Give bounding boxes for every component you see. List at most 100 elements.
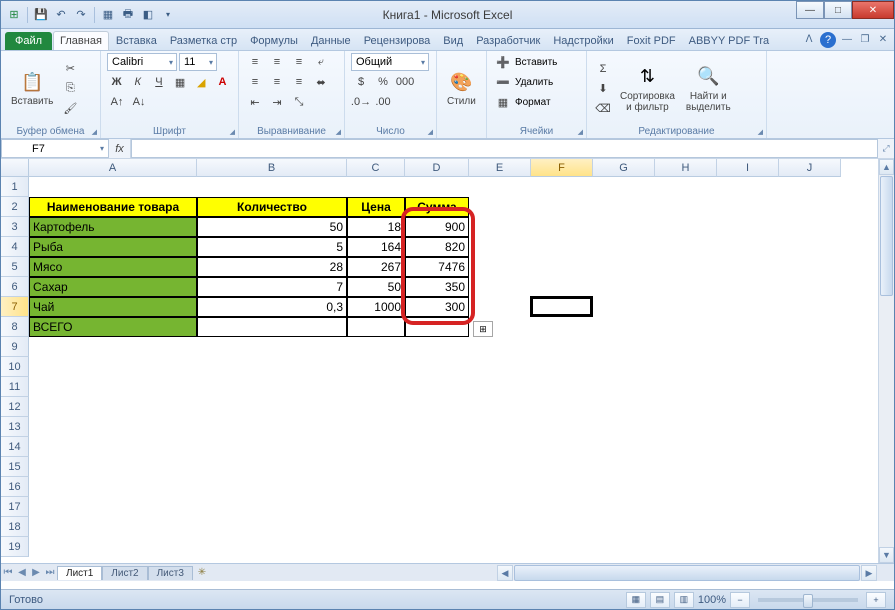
autosum-button[interactable]: Σ bbox=[593, 60, 613, 78]
underline-button[interactable]: Ч bbox=[149, 73, 168, 91]
sheet-nav-last-icon[interactable]: ⏭ bbox=[43, 565, 57, 581]
merge-button[interactable]: ⬌ bbox=[311, 73, 331, 91]
cell[interactable]: 164 bbox=[347, 237, 405, 257]
zoom-in-button[interactable]: + bbox=[866, 592, 886, 608]
find-select-button[interactable]: 🔍 Найти и выделить bbox=[682, 63, 735, 115]
row-header[interactable]: 6 bbox=[1, 277, 29, 297]
indent-decrease-button[interactable]: ⇤ bbox=[245, 93, 265, 111]
cell[interactable] bbox=[347, 317, 405, 337]
font-name-combo[interactable]: Calibri bbox=[107, 53, 177, 71]
new-sheet-icon[interactable]: ✳ bbox=[193, 567, 211, 578]
row-header[interactable]: 10 bbox=[1, 357, 29, 377]
fx-button[interactable]: fx bbox=[109, 139, 131, 158]
zoom-slider[interactable] bbox=[758, 598, 858, 602]
file-tab[interactable]: Файл bbox=[5, 32, 52, 50]
shrink-font-button[interactable]: A↓ bbox=[129, 93, 149, 111]
sheet-tab[interactable]: Лист1 bbox=[57, 566, 102, 580]
maximize-button[interactable]: □ bbox=[824, 1, 852, 19]
tab-review[interactable]: Рецензирова bbox=[358, 32, 437, 50]
name-box[interactable]: F7 bbox=[1, 139, 109, 158]
row-header[interactable]: 1 bbox=[1, 177, 29, 197]
scroll-left-icon[interactable]: ◀ bbox=[497, 565, 513, 581]
row-header[interactable]: 12 bbox=[1, 397, 29, 417]
row-header[interactable]: 17 bbox=[1, 497, 29, 517]
row-header[interactable]: 16 bbox=[1, 477, 29, 497]
help-icon[interactable]: ? bbox=[820, 32, 836, 48]
align-right-button[interactable]: ≡ bbox=[289, 73, 309, 91]
cell[interactable]: 7476 bbox=[405, 257, 469, 277]
clear-button[interactable]: ⌫ bbox=[593, 100, 613, 118]
scroll-down-icon[interactable]: ▼ bbox=[879, 547, 894, 563]
qat-btn[interactable]: ◧ bbox=[139, 6, 157, 24]
mdi-minimize-icon[interactable]: — bbox=[840, 32, 854, 46]
save-icon[interactable]: 💾 bbox=[32, 6, 50, 24]
cell[interactable]: Сумма bbox=[405, 197, 469, 217]
orientation-button[interactable]: ⤡ bbox=[289, 93, 309, 111]
font-size-combo[interactable]: 11 bbox=[179, 53, 217, 71]
cell[interactable]: 267 bbox=[347, 257, 405, 277]
cell[interactable]: Цена bbox=[347, 197, 405, 217]
qat-customize-icon[interactable]: ▾ bbox=[159, 6, 177, 24]
fill-color-button[interactable]: ◢ bbox=[192, 73, 211, 91]
sheet-nav-first-icon[interactable]: ⏮ bbox=[1, 565, 15, 581]
tab-page-layout[interactable]: Разметка стр bbox=[164, 32, 243, 50]
align-left-button[interactable]: ≡ bbox=[245, 73, 265, 91]
close-button[interactable]: ✕ bbox=[852, 1, 894, 19]
excel-icon[interactable]: ⊞ bbox=[5, 6, 23, 24]
cell[interactable]: 50 bbox=[197, 217, 347, 237]
column-header[interactable]: A bbox=[29, 159, 197, 177]
column-header[interactable]: B bbox=[197, 159, 347, 177]
cell[interactable]: Сахар bbox=[29, 277, 197, 297]
row-header[interactable]: 4 bbox=[1, 237, 29, 257]
row-header[interactable]: 5 bbox=[1, 257, 29, 277]
tab-formulas[interactable]: Формулы bbox=[244, 32, 304, 50]
minimize-button[interactable]: — bbox=[796, 1, 824, 19]
cell[interactable] bbox=[405, 317, 469, 337]
italic-button[interactable]: К bbox=[128, 73, 147, 91]
tab-foxit[interactable]: Foxit PDF bbox=[621, 32, 682, 50]
select-all-corner[interactable] bbox=[1, 159, 29, 177]
bold-button[interactable]: Ж bbox=[107, 73, 126, 91]
column-header[interactable]: F bbox=[531, 159, 593, 177]
number-format-combo[interactable]: Общий bbox=[351, 53, 429, 71]
align-center-button[interactable]: ≡ bbox=[267, 73, 287, 91]
align-top-button[interactable]: ≡ bbox=[245, 53, 265, 71]
qat-btn[interactable]: ▦ bbox=[99, 6, 117, 24]
column-header[interactable]: G bbox=[593, 159, 655, 177]
cell[interactable]: 1000 bbox=[347, 297, 405, 317]
comma-button[interactable]: 000 bbox=[395, 73, 415, 91]
tab-abbyy[interactable]: ABBYY PDF Tra bbox=[683, 32, 776, 50]
row-header[interactable]: 11 bbox=[1, 377, 29, 397]
wrap-text-button[interactable]: ⤶ bbox=[311, 53, 331, 71]
fill-button[interactable]: ⬇ bbox=[593, 80, 613, 98]
view-page-layout-icon[interactable]: ▤ bbox=[650, 592, 670, 608]
zoom-out-button[interactable]: − bbox=[730, 592, 750, 608]
formula-expand-icon[interactable]: ⤢ bbox=[878, 139, 894, 158]
tab-developer[interactable]: Разработчик bbox=[470, 32, 546, 50]
tab-addins[interactable]: Надстройки bbox=[547, 32, 619, 50]
zoom-percent[interactable]: 100% bbox=[698, 594, 726, 606]
cell[interactable]: Мясо bbox=[29, 257, 197, 277]
worksheet-grid[interactable]: ABCDEFGHIJ 12345678910111213141516171819… bbox=[1, 159, 894, 563]
column-header[interactable]: I bbox=[717, 159, 779, 177]
scroll-thumb[interactable] bbox=[880, 176, 893, 296]
formula-input[interactable] bbox=[131, 139, 878, 158]
autofill-options-icon[interactable]: ⊞ bbox=[473, 321, 493, 337]
cell[interactable]: Картофель bbox=[29, 217, 197, 237]
indent-increase-button[interactable]: ⇥ bbox=[267, 93, 287, 111]
cut-icon[interactable]: ✂ bbox=[60, 60, 80, 78]
cell[interactable]: 5 bbox=[197, 237, 347, 257]
sheet-nav-prev-icon[interactable]: ◀ bbox=[15, 565, 29, 581]
paste-button[interactable]: 📋 Вставить bbox=[7, 68, 57, 109]
scroll-thumb[interactable] bbox=[514, 565, 860, 581]
column-header[interactable]: H bbox=[655, 159, 717, 177]
format-cells-button[interactable]: ▦Формат bbox=[493, 93, 580, 111]
tab-insert[interactable]: Вставка bbox=[110, 32, 163, 50]
row-header[interactable]: 3 bbox=[1, 217, 29, 237]
delete-cells-button[interactable]: ➖Удалить bbox=[493, 73, 580, 91]
cell[interactable]: 18 bbox=[347, 217, 405, 237]
cell[interactable]: 0,3 bbox=[197, 297, 347, 317]
cell[interactable]: Чай bbox=[29, 297, 197, 317]
sheet-tab[interactable]: Лист2 bbox=[102, 566, 147, 580]
cell[interactable]: 350 bbox=[405, 277, 469, 297]
